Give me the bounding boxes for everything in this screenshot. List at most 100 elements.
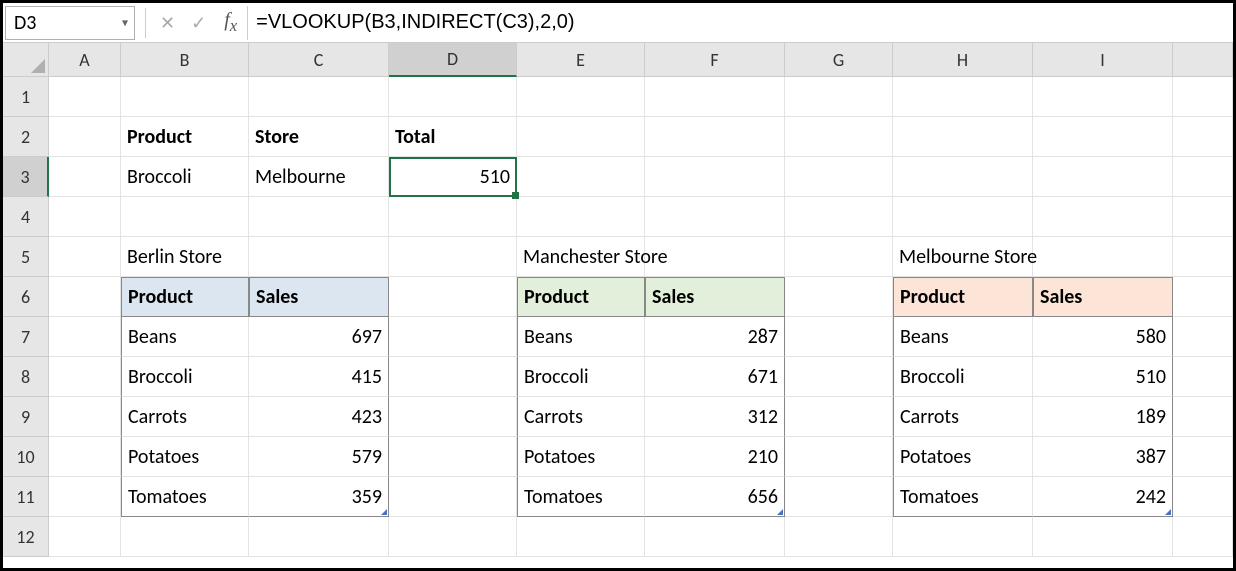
cell-F7[interactable]: 287 [645, 317, 785, 357]
cell-J2[interactable] [1173, 117, 1233, 157]
cell-E10[interactable]: Potatoes [517, 437, 645, 477]
row-header-7[interactable]: 7 [3, 317, 49, 357]
cell-B8[interactable]: Broccoli [121, 357, 249, 397]
cell-E5[interactable]: Manchester Store [517, 237, 645, 277]
cell-A3[interactable] [49, 157, 121, 197]
cell-D5[interactable] [389, 237, 517, 277]
cell-C10[interactable]: 579 [249, 437, 389, 477]
cell-A10[interactable] [49, 437, 121, 477]
cell-H9[interactable]: Carrots [893, 397, 1033, 437]
cell-B6[interactable]: Product [121, 277, 249, 317]
cell-D12[interactable] [389, 517, 517, 557]
cell-G7[interactable] [785, 317, 893, 357]
row-header-4[interactable]: 4 [3, 197, 49, 237]
cell-D6[interactable] [389, 277, 517, 317]
cell-B10[interactable]: Potatoes [121, 437, 249, 477]
row-header-1[interactable]: 1 [3, 77, 49, 117]
cell-B9[interactable]: Carrots [121, 397, 249, 437]
cell-C11[interactable]: 359 [249, 477, 389, 517]
cell-F9[interactable]: 312 [645, 397, 785, 437]
cell-C4[interactable] [249, 197, 389, 237]
cell-G9[interactable] [785, 397, 893, 437]
cell-E12[interactable] [517, 517, 645, 557]
cell-C2[interactable]: Store [249, 117, 389, 157]
cell-B4[interactable] [121, 197, 249, 237]
cell-D7[interactable] [389, 317, 517, 357]
cell-I4[interactable] [1033, 197, 1173, 237]
row-header-11[interactable]: 11 [3, 477, 49, 517]
formula-input[interactable] [247, 6, 1233, 40]
col-header-extra[interactable] [1173, 43, 1233, 77]
cell-C7[interactable]: 697 [249, 317, 389, 357]
row-header-9[interactable]: 9 [3, 397, 49, 437]
cell-D2[interactable]: Total [389, 117, 517, 157]
cell-H12[interactable] [893, 517, 1033, 557]
cell-F1[interactable] [645, 77, 785, 117]
cell-G2[interactable] [785, 117, 893, 157]
cell-E8[interactable]: Broccoli [517, 357, 645, 397]
cell-H8[interactable]: Broccoli [893, 357, 1033, 397]
cell-E6[interactable]: Product [517, 277, 645, 317]
row-header-6[interactable]: 6 [3, 277, 49, 317]
col-header-H[interactable]: H [893, 43, 1033, 77]
cell-F2[interactable] [645, 117, 785, 157]
cell-E11[interactable]: Tomatoes [517, 477, 645, 517]
col-header-A[interactable]: A [49, 43, 121, 77]
cell-E3[interactable] [517, 157, 645, 197]
cancel-icon[interactable]: ✕ [152, 3, 183, 42]
cell-G12[interactable] [785, 517, 893, 557]
cell-C5[interactable] [249, 237, 389, 277]
cell-A12[interactable] [49, 517, 121, 557]
cell-F8[interactable]: 671 [645, 357, 785, 397]
enter-icon[interactable]: ✓ [183, 3, 214, 42]
cell-I5[interactable] [1033, 237, 1173, 277]
cell-I10[interactable]: 387 [1033, 437, 1173, 477]
cell-G1[interactable] [785, 77, 893, 117]
cell-D9[interactable] [389, 397, 517, 437]
cell-I9[interactable]: 189 [1033, 397, 1173, 437]
cell-A1[interactable] [49, 77, 121, 117]
cell-A8[interactable] [49, 357, 121, 397]
cell-F3[interactable] [645, 157, 785, 197]
cell-J4[interactable] [1173, 197, 1233, 237]
cell-I8[interactable]: 510 [1033, 357, 1173, 397]
cell-H3[interactable] [893, 157, 1033, 197]
col-header-I[interactable]: I [1033, 43, 1173, 77]
cell-H2[interactable] [893, 117, 1033, 157]
cell-J1[interactable] [1173, 77, 1233, 117]
cell-A5[interactable] [49, 237, 121, 277]
cell-G10[interactable] [785, 437, 893, 477]
cell-J11[interactable] [1173, 477, 1233, 517]
cell-H11[interactable]: Tomatoes [893, 477, 1033, 517]
col-header-B[interactable]: B [121, 43, 249, 77]
cell-H4[interactable] [893, 197, 1033, 237]
col-header-D[interactable]: D [389, 43, 517, 77]
table-corner-icon[interactable] [1165, 509, 1171, 515]
cell-E9[interactable]: Carrots [517, 397, 645, 437]
cell-J10[interactable] [1173, 437, 1233, 477]
name-box[interactable]: D3 ▾ [5, 6, 135, 40]
cell-G3[interactable] [785, 157, 893, 197]
cell-G6[interactable] [785, 277, 893, 317]
cell-C3[interactable]: Melbourne [249, 157, 389, 197]
cell-C12[interactable] [249, 517, 389, 557]
cell-C9[interactable]: 423 [249, 397, 389, 437]
cell-A6[interactable] [49, 277, 121, 317]
cell-B1[interactable] [121, 77, 249, 117]
table-corner-icon[interactable] [777, 509, 783, 515]
cell-F10[interactable]: 210 [645, 437, 785, 477]
col-header-E[interactable]: E [517, 43, 645, 77]
cell-I6[interactable]: Sales [1033, 277, 1173, 317]
row-header-10[interactable]: 10 [3, 437, 49, 477]
cell-E1[interactable] [517, 77, 645, 117]
row-header-8[interactable]: 8 [3, 357, 49, 397]
cell-G8[interactable] [785, 357, 893, 397]
cell-E4[interactable] [517, 197, 645, 237]
chevron-down-icon[interactable]: ▾ [122, 15, 128, 30]
cell-H1[interactable] [893, 77, 1033, 117]
cell-C8[interactable]: 415 [249, 357, 389, 397]
cell-D10[interactable] [389, 437, 517, 477]
cell-D8[interactable] [389, 357, 517, 397]
cell-E2[interactable] [517, 117, 645, 157]
cell-G11[interactable] [785, 477, 893, 517]
